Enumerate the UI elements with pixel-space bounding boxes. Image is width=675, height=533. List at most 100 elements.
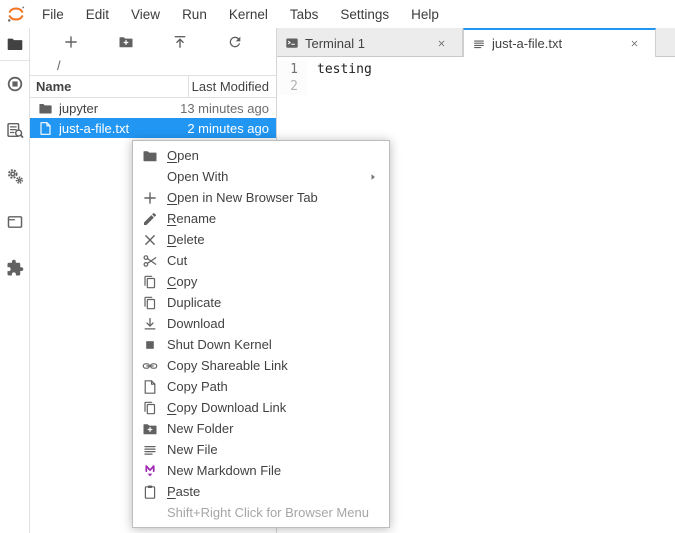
gears-icon [6, 167, 24, 185]
context-menu-item-label: Open in New Browser Tab [167, 190, 389, 205]
context-menu-item-new-folder[interactable]: New Folder [133, 418, 389, 439]
context-menu-item-duplicate[interactable]: Duplicate [133, 292, 389, 313]
line-number: 1 [277, 61, 307, 78]
line-text: testing [307, 61, 372, 78]
plus-icon [63, 34, 79, 50]
context-menu-item-label: Paste [167, 484, 389, 499]
file-name: jupyter [59, 101, 180, 116]
context-menu-item-new-file[interactable]: New File [133, 439, 389, 460]
menu-kernel[interactable]: Kernel [218, 0, 279, 28]
markdown-icon [142, 463, 158, 479]
jupyter-logo-icon [5, 3, 27, 25]
copy-icon [142, 400, 158, 416]
file-modified: 13 minutes ago [180, 101, 276, 116]
sidebar-item-property-inspector[interactable] [0, 153, 29, 199]
context-menu-item-open-with[interactable]: Open With [133, 166, 389, 187]
sidebar-active-section [0, 28, 29, 61]
context-menu-item-shift-right-click-for-browser-menu: Shift+Right Click for Browser Menu [133, 502, 389, 523]
context-menu-item-new-markdown-file[interactable]: New Markdown File [133, 460, 389, 481]
copy-icon [142, 274, 158, 290]
left-sidebar [0, 28, 30, 533]
breadcrumb-path: / [57, 58, 61, 73]
paste-icon [142, 484, 158, 500]
context-menu: Open Open With Open in New Browser Tab Rena… [132, 140, 390, 528]
link-icon [142, 358, 158, 374]
new-launcher-button[interactable] [59, 30, 83, 54]
context-menu-item-label: Delete [167, 232, 389, 247]
plus-icon [142, 190, 158, 206]
column-header-last-modified[interactable]: Last Modified [189, 79, 276, 94]
menu-run[interactable]: Run [171, 0, 218, 28]
line-number: 2 [277, 78, 307, 95]
editor-line: 1testing [277, 61, 675, 78]
menu-help[interactable]: Help [400, 0, 450, 28]
context-menu-item-open-in-new-browser-tab[interactable]: Open in New Browser Tab [133, 187, 389, 208]
dock-tab-bar: Terminal 1 just-a-file.txt [277, 28, 675, 57]
context-menu-item-label: New File [167, 442, 389, 457]
refresh-button[interactable] [223, 30, 247, 54]
sidebar-item-command-palette[interactable] [0, 107, 29, 153]
tab-close-icon[interactable] [627, 37, 641, 51]
new-folder-icon [118, 34, 134, 50]
home-folder-icon[interactable] [38, 59, 52, 73]
download-icon [142, 316, 158, 332]
text-editor-icon [472, 37, 486, 51]
sidebar-item-extension-manager[interactable] [0, 245, 29, 291]
close-icon [142, 232, 158, 248]
stop-circle-icon [6, 75, 24, 93]
line-text [307, 78, 317, 95]
menu-tabs[interactable]: Tabs [279, 0, 330, 28]
tab-terminal-1[interactable]: Terminal 1 [277, 28, 463, 56]
tab-label: Terminal 1 [305, 36, 426, 51]
context-menu-item-shut-down-kernel[interactable]: Shut Down Kernel [133, 334, 389, 355]
context-menu-item-label: Copy [167, 274, 389, 289]
sort-caret-up-icon [79, 82, 89, 92]
context-menu-item-label: New Folder [167, 421, 389, 436]
context-menu-item-open[interactable]: Open [133, 145, 389, 166]
puzzle-icon [6, 259, 24, 277]
context-menu-item-cut[interactable]: Cut [133, 250, 389, 271]
tab-just-a-file-txt[interactable]: just-a-file.txt [463, 28, 656, 57]
menu-settings[interactable]: Settings [329, 0, 400, 28]
context-menu-item-rename[interactable]: Rename [133, 208, 389, 229]
context-menu-item-label: Cut [167, 253, 389, 268]
context-menu-item-paste[interactable]: Paste [133, 481, 389, 502]
tab-close-icon[interactable] [434, 36, 448, 50]
sidebar-item-running-sessions[interactable] [0, 61, 29, 107]
new-folder-icon [142, 421, 158, 437]
tabs-icon [6, 213, 24, 231]
upload-icon [172, 34, 188, 50]
scissors-icon [142, 253, 158, 269]
column-header-name[interactable]: Name [30, 79, 158, 94]
sidebar-item-file-browser[interactable] [6, 28, 24, 60]
context-menu-item-label: Shut Down Kernel [167, 337, 389, 352]
menu-file[interactable]: File [31, 0, 75, 28]
file-icon [38, 121, 53, 136]
file-list-header: Name Last Modified [30, 75, 276, 98]
context-menu-item-copy-download-link[interactable]: Copy Download Link [133, 397, 389, 418]
context-menu-item-label: Download [167, 316, 389, 331]
pencil-icon [142, 211, 158, 227]
upload-button[interactable] [168, 30, 192, 54]
context-menu-item-copy-path[interactable]: Copy Path [133, 376, 389, 397]
context-menu-item-copy-shareable-link[interactable]: Copy Shareable Link [133, 355, 389, 376]
new-folder-button[interactable] [114, 30, 138, 54]
context-menu-item-label: Open With [167, 169, 367, 184]
breadcrumb[interactable]: / [30, 56, 276, 75]
context-menu-item-download[interactable]: Download [133, 313, 389, 334]
menubar-items: FileEditViewRunKernelTabsSettingsHelp [31, 0, 450, 28]
context-menu-item-label: Open [167, 148, 389, 163]
menu-view[interactable]: View [120, 0, 171, 28]
editor-line: 2 [277, 78, 675, 95]
context-menu-item-delete[interactable]: Delete [133, 229, 389, 250]
sidebar-item-open-tabs[interactable] [0, 199, 29, 245]
context-menu-item-label: Duplicate [167, 295, 389, 310]
file-row-just-a-file-txt[interactable]: just-a-file.txt2 minutes ago [30, 118, 276, 138]
folder-icon [38, 101, 53, 116]
context-menu-item-copy[interactable]: Copy [133, 271, 389, 292]
context-menu-item-label: Copy Path [167, 379, 389, 394]
menu-edit[interactable]: Edit [75, 0, 120, 28]
submenu-arrow-icon [367, 171, 379, 183]
file-list: jupyter13 minutes agojust-a-file.txt2 mi… [30, 98, 276, 138]
file-row-jupyter[interactable]: jupyter13 minutes ago [30, 98, 276, 118]
